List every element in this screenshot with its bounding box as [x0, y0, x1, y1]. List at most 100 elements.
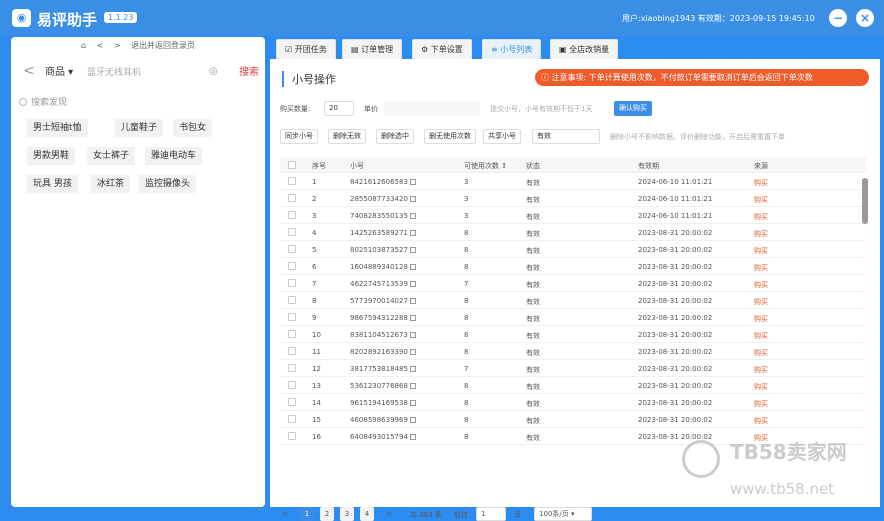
cell-status: 有效 [526, 365, 540, 375]
table-row[interactable]: 2 2855087733420 3 有效 2024-06-10 11:01:21 购买 [280, 190, 866, 207]
table-row[interactable]: 8 5773970014027 8 有效 2023-08-31 20:00:02 购买 [280, 292, 866, 309]
cell-status-text: 有效 [526, 247, 540, 255]
cell-source: 购买 [754, 195, 768, 205]
back-arrow-icon[interactable]: < [23, 63, 35, 79]
select-all-checkbox[interactable] [288, 161, 296, 169]
camera-icon[interactable]: ◎ [209, 66, 218, 77]
delete-selected-button[interactable]: 删除选中 [376, 129, 414, 144]
delete-unused-button[interactable]: 删无使用次数 [424, 129, 476, 144]
row-checkbox[interactable] [288, 398, 296, 406]
copy-icon[interactable] [409, 400, 416, 406]
row-checkbox[interactable] [288, 279, 296, 287]
tag-item[interactable]: 男士短袖t恤 [27, 119, 88, 137]
row-checkbox[interactable] [288, 194, 296, 202]
tag-item[interactable]: 冰红茶 [91, 175, 131, 193]
back-nav-icon[interactable]: < [97, 41, 104, 50]
table-row[interactable]: 10 8381104512673 8 有效 2023-08-31 20:00:02 购买 [280, 326, 866, 343]
copy-icon[interactable] [409, 213, 416, 219]
share-account-button[interactable]: 共享小号 [483, 129, 521, 144]
tag-item[interactable]: 女士裤子 [87, 147, 136, 165]
page-4[interactable]: 4 [360, 507, 374, 521]
row-checkbox[interactable] [288, 177, 296, 185]
row-checkbox[interactable] [288, 381, 296, 389]
page-1[interactable]: 1 [300, 507, 314, 521]
goto-page-input[interactable]: 1 [476, 507, 506, 521]
row-checkbox[interactable] [288, 313, 296, 321]
tab-order-settings[interactable]: ⚙ 下单设置 [412, 39, 472, 59]
next-page-icon[interactable]: > [386, 510, 392, 518]
tab-account-list[interactable]: ≡ 小号列表 [482, 39, 542, 59]
table-row[interactable]: 7 4622745713539 7 有效 2023-08-31 20:00:02 购买 [280, 275, 866, 292]
copy-icon[interactable] [409, 349, 416, 355]
tag-item[interactable]: 雅迪电动车 [145, 147, 203, 165]
copy-icon[interactable] [409, 383, 416, 389]
row-checkbox[interactable] [288, 347, 296, 355]
copy-icon[interactable] [409, 281, 416, 287]
row-checkbox[interactable] [288, 228, 296, 236]
table-row[interactable]: 14 9615194169538 8 有效 2023-08-31 20:00:02 购买 [280, 394, 866, 411]
search-button[interactable]: 搜索 [239, 63, 259, 83]
copy-icon[interactable] [409, 298, 416, 304]
row-checkbox[interactable] [288, 364, 296, 372]
list-icon: ▤ [351, 45, 359, 54]
copy-icon[interactable] [409, 366, 416, 372]
home-icon[interactable]: ⌂ [81, 41, 86, 50]
table-row[interactable]: 3 7408283550135 3 有效 2024-06-10 11:01:21 购买 [280, 207, 866, 224]
row-checkbox[interactable] [288, 415, 296, 423]
cell-source-text: 购买 [754, 417, 768, 425]
sync-button[interactable]: 同步小号 [280, 129, 318, 144]
tab-group-task[interactable]: ☑ 开团任务 [276, 39, 336, 59]
copy-icon[interactable] [409, 332, 416, 338]
tag-item[interactable]: 男款男鞋 [27, 147, 76, 165]
table-row[interactable]: 13 5361230776868 8 有效 2023-08-31 20:00:02 购买 [280, 377, 866, 394]
table-row[interactable]: 6 1604889340128 8 有效 2023-08-31 20:00:02 购买 [280, 258, 866, 275]
copy-icon[interactable] [409, 179, 416, 185]
row-checkbox[interactable] [288, 245, 296, 253]
tag-item[interactable]: 玩具 男孩 [27, 175, 78, 193]
page-3[interactable]: 3 [340, 507, 354, 521]
logout-link[interactable]: 退出并返回登录页 [131, 41, 195, 50]
forward-nav-icon[interactable]: > [114, 41, 121, 50]
row-checkbox[interactable] [288, 211, 296, 219]
tab-order-manage[interactable]: ▤ 订单管理 [342, 39, 403, 59]
copy-icon[interactable] [409, 315, 416, 321]
minimize-button[interactable]: − [829, 9, 847, 27]
cell-index-text: 4 [312, 229, 317, 237]
prev-page-icon[interactable]: < [282, 510, 288, 518]
page-size-select[interactable]: 100条/页 ▾ [534, 507, 592, 521]
table-row[interactable]: 9 9867594312288 8 有效 2023-08-31 20:00:02 购买 [280, 309, 866, 326]
table-row[interactable]: 1 8421612606583 3 有效 2024-06-10 11:01:21 购买 [280, 173, 866, 190]
copy-icon[interactable] [409, 434, 416, 440]
copy-icon[interactable] [409, 264, 416, 270]
close-button[interactable]: × [856, 9, 874, 27]
row-checkbox[interactable] [288, 330, 296, 338]
cell-account: 5773970014027 [350, 297, 416, 305]
copy-icon[interactable] [409, 196, 416, 202]
col-usage[interactable]: 可使用次数 ↕ [464, 161, 507, 171]
copy-icon[interactable] [409, 417, 416, 423]
buy-qty-input[interactable]: 20 [324, 101, 354, 116]
row-checkbox[interactable] [288, 296, 296, 304]
row-checkbox[interactable] [288, 432, 296, 440]
tag-item[interactable]: 儿童鞋子 [115, 119, 164, 137]
table-row[interactable]: 4 1425263589271 8 有效 2023-08-31 20:00:02 购买 [280, 224, 866, 241]
cell-status-text: 有效 [526, 400, 540, 408]
row-checkbox[interactable] [288, 262, 296, 270]
table-row[interactable]: 11 8202892163390 8 有效 2023-08-31 20:00:02 购买 [280, 343, 866, 360]
table-row[interactable]: 5 8025103873527 8 有效 2023-08-31 20:00:02 购买 [280, 241, 866, 258]
category-select[interactable]: 商品 ▾ [45, 63, 83, 83]
tag-item[interactable]: 监控摄像头 [139, 175, 197, 193]
copy-icon[interactable] [409, 230, 416, 236]
tab-store-sales[interactable]: ▣ 全店改销量 [550, 39, 619, 59]
search-input[interactable]: 蓝牙无线耳机 [87, 63, 227, 83]
delete-invalid-button[interactable]: 删除无效 [328, 129, 366, 144]
table-row[interactable]: 15 4608598639969 8 有效 2023-08-31 20:00:02 购买 [280, 411, 866, 428]
copy-icon[interactable] [409, 247, 416, 253]
confirm-buy-button[interactable]: 确认购买 [614, 101, 652, 116]
page-2[interactable]: 2 [320, 507, 334, 521]
table-row[interactable]: 12 3817753818485 7 有效 2023-08-31 20:00:02 购买 [280, 360, 866, 377]
cell-status-text: 有效 [526, 366, 540, 374]
status-select[interactable]: 有效 [532, 129, 600, 144]
tag-item[interactable]: 书包女 [173, 119, 213, 137]
table-scrollbar[interactable] [862, 178, 868, 224]
